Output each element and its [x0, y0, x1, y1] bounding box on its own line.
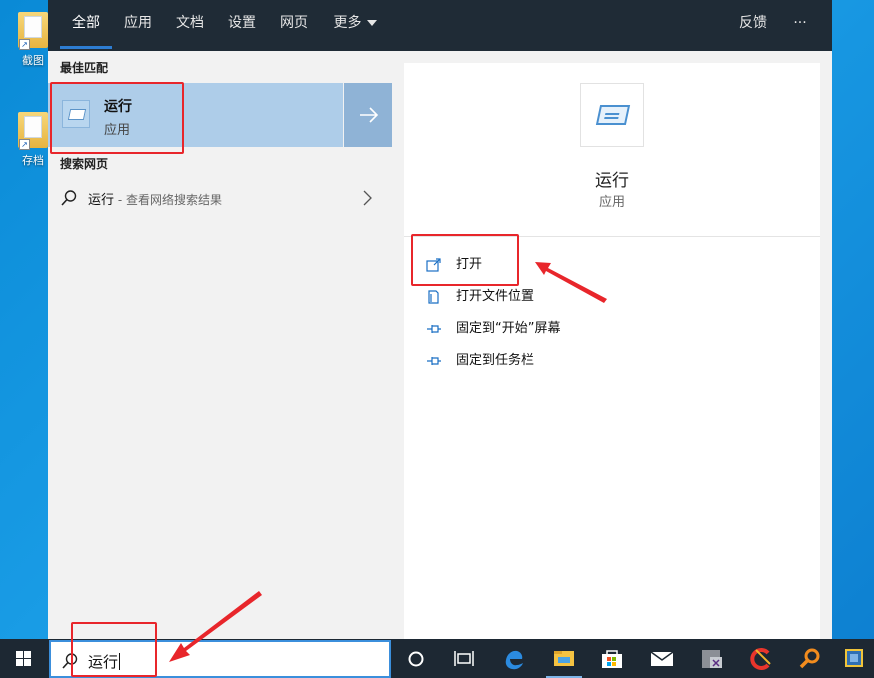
file-explorer-button[interactable]: [540, 639, 588, 678]
annotation-box-search-input: [71, 622, 157, 677]
chevron-down-icon: [366, 20, 377, 26]
action-pin-to-taskbar-label: 固定到任务栏: [456, 353, 535, 368]
detail-title: 运行: [595, 171, 629, 191]
web-search-query: 运行: [88, 193, 115, 208]
shortcut-arrow-icon: ↗: [19, 39, 30, 50]
tab-more-label: 更多: [333, 15, 362, 31]
action-open-file-location[interactable]: 打开文件位置: [426, 283, 726, 311]
cortana-button[interactable]: [392, 639, 440, 678]
web-search-heading: 搜索网页: [60, 157, 109, 171]
run-app-large-icon: [580, 83, 644, 147]
app-icon: [702, 650, 722, 668]
action-open-file-location-label: 打开文件位置: [456, 289, 535, 304]
arrow-right-icon: [360, 107, 379, 123]
edge-button[interactable]: [490, 639, 538, 678]
app-button[interactable]: [688, 639, 736, 678]
virtualbox-button[interactable]: [834, 639, 874, 678]
tab-apps[interactable]: 应用: [114, 0, 162, 51]
more-options-button[interactable]: ···: [784, 0, 816, 51]
pin-icon: [427, 325, 441, 333]
tab-documents[interactable]: 文档: [166, 0, 214, 51]
tab-all[interactable]: 全部: [60, 0, 112, 51]
web-search-text: 运行 - 查看网络搜索结果: [88, 189, 222, 208]
best-match-heading: 最佳匹配: [60, 61, 109, 75]
mail-icon: [650, 651, 674, 666]
edge-icon: [505, 650, 523, 670]
tab-settings[interactable]: 设置: [218, 0, 266, 51]
detail-subtitle: 应用: [598, 195, 625, 210]
search-filter-bar: 全部 应用 文档 设置 网页 更多 反馈 ···: [48, 0, 832, 51]
file-location-icon: [428, 290, 439, 304]
store-icon: [602, 650, 622, 668]
search-tool-button[interactable]: [786, 639, 834, 678]
store-button[interactable]: [588, 639, 636, 678]
action-pin-to-start[interactable]: 固定到“开始”屏幕: [426, 315, 726, 343]
tab-web[interactable]: 网页: [270, 0, 318, 51]
task-view-button[interactable]: [440, 639, 488, 678]
feedback-button[interactable]: 反馈: [730, 0, 776, 51]
web-search-separator: -: [114, 193, 126, 207]
web-search-hint: 查看网络搜索结果: [125, 193, 222, 207]
cortana-icon: [408, 651, 424, 667]
web-search-result[interactable]: 运行 - 查看网络搜索结果: [48, 181, 392, 215]
expand-details-button[interactable]: [344, 83, 392, 147]
pin-icon: [427, 357, 441, 365]
action-pin-to-start-label: 固定到“开始”屏幕: [456, 321, 561, 336]
task-view-icon: [454, 651, 474, 666]
virtualbox-icon: [845, 649, 863, 667]
mail-button[interactable]: [638, 639, 686, 678]
shortcut-arrow-icon: ↗: [19, 139, 30, 150]
annotation-box-best-match: [50, 82, 184, 154]
ccleaner-icon: [750, 648, 771, 670]
search-tool-icon: [799, 648, 820, 669]
ccleaner-button[interactable]: [736, 639, 784, 678]
search-icon: [61, 190, 77, 206]
file-explorer-icon: [554, 651, 574, 666]
result-detail-pane: 运行 应用 打开 打开文件位置 固定到“开始”屏幕 固定到任务栏: [404, 63, 820, 639]
start-button[interactable]: [0, 639, 48, 678]
tab-more[interactable]: 更多: [324, 0, 386, 51]
annotation-box-open-action: [411, 234, 519, 286]
windows-logo-icon: [16, 651, 31, 666]
chevron-right-icon: [363, 190, 372, 206]
action-pin-to-taskbar[interactable]: 固定到任务栏: [426, 347, 726, 375]
